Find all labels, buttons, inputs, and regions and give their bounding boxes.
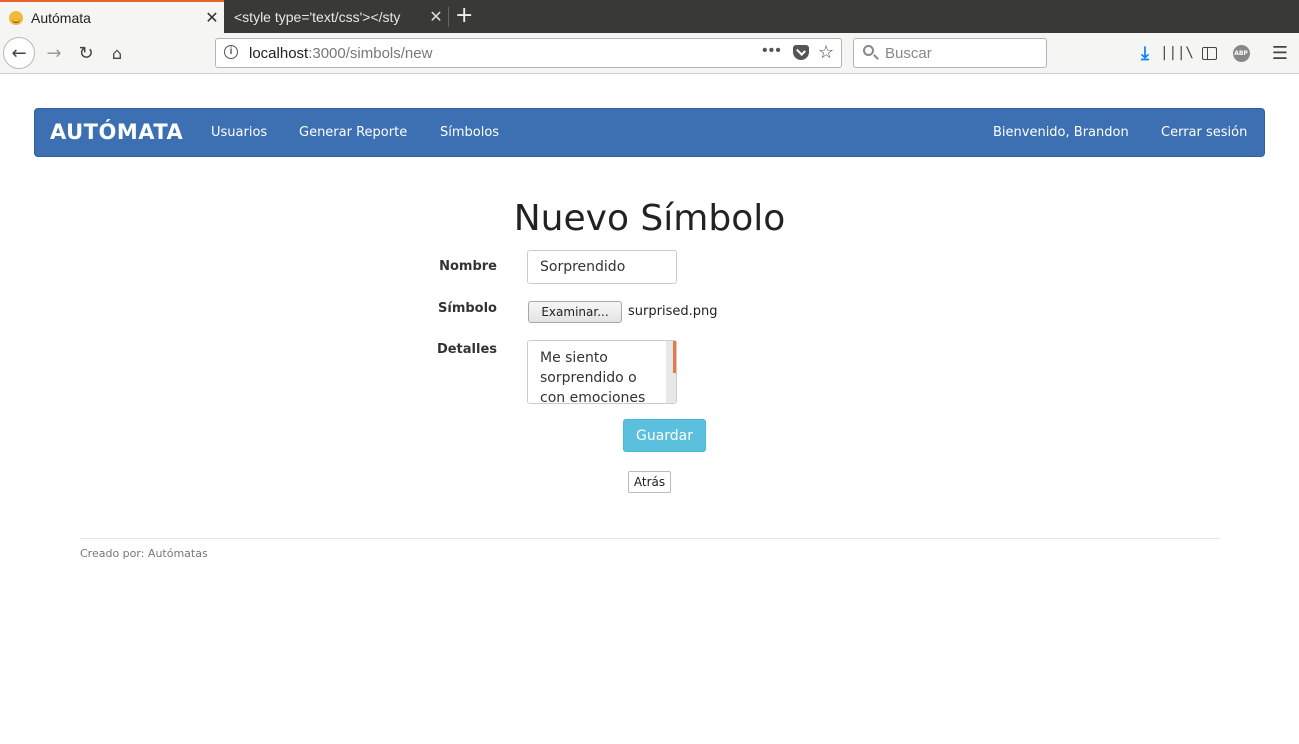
- hamburger-menu-icon[interactable]: ☰: [1270, 42, 1290, 64]
- simbolo-label: Símbolo: [438, 301, 497, 316]
- browser-tab-strip: Autómata ✕ <style type='text/css'></sty …: [0, 0, 1299, 33]
- search-placeholder: Buscar: [885, 45, 932, 62]
- logout-link[interactable]: Cerrar sesión: [1161, 125, 1247, 140]
- nav-link-usuarios[interactable]: Usuarios: [211, 125, 267, 140]
- url-host: localhost: [249, 45, 309, 62]
- tab-title: <style type='text/css'></sty: [234, 8, 401, 25]
- search-icon: [863, 45, 874, 56]
- welcome-user-link[interactable]: Bienvenido, Brandon: [993, 125, 1129, 140]
- sidebar-icon[interactable]: [1199, 42, 1219, 64]
- file-browse-button[interactable]: Examinar...: [528, 301, 622, 323]
- url-path: :3000/simbols/new: [308, 45, 433, 62]
- browser-toolbar: ← → ↻ ⌂ i localhost:3000/simbols/new •••…: [0, 33, 1299, 74]
- bookmark-star-icon[interactable]: ☆: [818, 42, 834, 63]
- nombre-label: Nombre: [439, 259, 497, 274]
- tab-close-icon[interactable]: ✕: [200, 8, 224, 28]
- selected-file-name: surprised.png: [628, 304, 718, 319]
- page-title: Nuevo Símbolo: [513, 198, 786, 239]
- footer-divider: [80, 538, 1220, 539]
- pocket-icon[interactable]: [793, 45, 809, 60]
- search-input[interactable]: Buscar: [853, 38, 1047, 68]
- reload-icon[interactable]: ↻: [74, 41, 98, 65]
- tab-title: Autómata: [31, 9, 91, 26]
- page-actions-icon[interactable]: •••: [762, 42, 782, 60]
- url-text: localhost:3000/simbols/new: [249, 45, 432, 62]
- tab-style[interactable]: <style type='text/css'></sty ✕: [224, 0, 448, 33]
- library-icon[interactable]: |||\: [1160, 42, 1194, 64]
- download-icon[interactable]: ⤓: [1135, 42, 1155, 64]
- brand-logo[interactable]: AUTÓMATA: [50, 120, 183, 144]
- forward-arrow-icon[interactable]: →: [42, 41, 66, 65]
- textarea-scroll-thumb[interactable]: [673, 341, 676, 373]
- tab-divider: [448, 7, 449, 27]
- address-bar[interactable]: i localhost:3000/simbols/new ••• ☆: [215, 38, 842, 68]
- nombre-input[interactable]: [527, 250, 677, 284]
- footer-credit: Creado por: Autómatas: [80, 547, 208, 560]
- adblock-icon[interactable]: ABP: [1231, 42, 1251, 64]
- back-arrow-icon[interactable]: ←: [3, 37, 35, 69]
- home-icon[interactable]: ⌂: [105, 41, 129, 65]
- nav-link-simbolos[interactable]: Símbolos: [440, 125, 499, 140]
- app-navbar: AUTÓMATA Usuarios Generar Reporte Símbol…: [34, 108, 1265, 157]
- save-button[interactable]: Guardar: [623, 419, 706, 452]
- detalles-label: Detalles: [436, 342, 497, 357]
- nav-link-generar-reporte[interactable]: Generar Reporte: [299, 125, 407, 140]
- smiley-favicon-icon: [9, 10, 23, 25]
- new-tab-plus-icon[interactable]: +: [455, 4, 473, 28]
- site-info-icon[interactable]: i: [224, 45, 238, 59]
- tab-close-icon[interactable]: ✕: [424, 7, 448, 27]
- detalles-textarea[interactable]: Me siento sorprendido o con emociones: [527, 340, 677, 404]
- back-button[interactable]: Atrás: [628, 471, 671, 493]
- tab-automata[interactable]: Autómata ✕: [0, 0, 224, 33]
